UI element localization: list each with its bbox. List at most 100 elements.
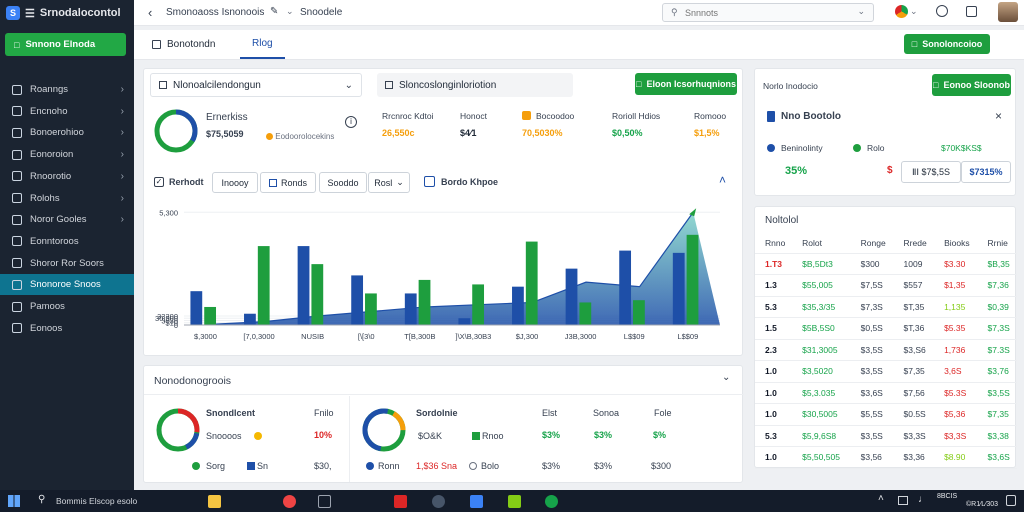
legend-dot-gray bbox=[469, 462, 477, 470]
edit-icon[interactable]: ✎ bbox=[270, 6, 278, 17]
chevron-up-icon[interactable]: ˄ bbox=[719, 173, 726, 187]
create-button[interactable]: □ Snnono Elnoda bbox=[5, 33, 126, 56]
table-cell: 1009 bbox=[893, 253, 935, 275]
sidebar-item[interactable]: Eonntoroos bbox=[0, 231, 134, 252]
chart-filter-button[interactable]: Rosl ⌄ bbox=[368, 172, 410, 193]
chart-filter-button[interactable]: Inoooy bbox=[212, 172, 258, 193]
chevron-down-icon[interactable]: ⌄ bbox=[857, 6, 865, 17]
sidebar-item[interactable]: Bonoerohioo › bbox=[0, 122, 134, 143]
bar[interactable] bbox=[351, 275, 364, 325]
search-input[interactable] bbox=[685, 6, 835, 19]
table-row[interactable]: 1.0 $5,50,505 $3,56 $3,36 $8.90 $3,6S bbox=[755, 446, 1017, 469]
breadcrumb[interactable]: Smonoaoss Isnonoois bbox=[166, 7, 264, 18]
table-row[interactable]: 1.0 $3,5020 $3,5S $7,35 3,6S $3,76 bbox=[755, 360, 1017, 383]
table-cell: 1.3 bbox=[755, 274, 793, 297]
volume-icon[interactable]: ♩ bbox=[918, 494, 928, 505]
info-icon[interactable]: i bbox=[345, 116, 357, 128]
close-icon[interactable]: × bbox=[995, 109, 1002, 123]
tab-dashboard[interactable]: Bonotondn bbox=[152, 30, 215, 59]
bar[interactable] bbox=[257, 246, 270, 325]
browser-icon[interactable] bbox=[283, 495, 296, 508]
app-icon-blue[interactable] bbox=[470, 495, 483, 508]
table-row[interactable]: 5.3 $35,3/35 $7,3S $T,35 1,135 $0,39 bbox=[755, 296, 1017, 318]
column-header[interactable]: Rrnie bbox=[977, 233, 1017, 254]
bar[interactable] bbox=[633, 300, 645, 325]
notification-icon[interactable] bbox=[1006, 495, 1016, 506]
bar[interactable] bbox=[404, 293, 417, 325]
sidebar-item[interactable]: Rnoorotio › bbox=[0, 166, 134, 187]
history-icon[interactable] bbox=[936, 5, 948, 17]
bar[interactable] bbox=[190, 291, 203, 325]
sidebar-item[interactable]: Noror Gooles › bbox=[0, 209, 134, 230]
bar[interactable] bbox=[418, 279, 431, 325]
tab-blog[interactable]: Rlog bbox=[240, 30, 285, 59]
sidebar-item[interactable]: Rolohs › bbox=[0, 188, 134, 209]
sidebar-item[interactable]: Eonoos bbox=[0, 318, 134, 339]
app-icon-green[interactable] bbox=[545, 495, 558, 508]
side-panel-button[interactable]: □ Eonoo Sloonob bbox=[932, 74, 1011, 96]
app-icon-yellow[interactable] bbox=[508, 495, 521, 508]
sidebar-item[interactable]: Shoror Ror Soors bbox=[0, 253, 134, 274]
back-icon[interactable]: ‹ bbox=[148, 5, 152, 20]
bar[interactable] bbox=[311, 264, 324, 325]
taskbar-search[interactable]: Bommis Elscop esolo bbox=[56, 496, 137, 506]
bar[interactable] bbox=[244, 313, 256, 325]
table-row[interactable]: 1.5 $5B,5S0 $0,5S $T,36 $5.35 $7,3S bbox=[755, 317, 1017, 340]
sidebar-item[interactable]: Roanngs › bbox=[0, 79, 134, 100]
table-row[interactable]: 2.3 $31,3005 $3,5S $3,S6 1,736 $7.3S bbox=[755, 339, 1017, 361]
table-cell: 5.3 bbox=[755, 296, 793, 318]
table-row[interactable]: 1.0 $30,5005 $5,5S $0.5S $5,36 $7,35 bbox=[755, 403, 1017, 426]
windows-start-icon[interactable] bbox=[8, 495, 20, 507]
chart-checkbox[interactable]: ✓ bbox=[154, 177, 164, 187]
app-icon-dark[interactable] bbox=[432, 495, 445, 508]
network-icon[interactable] bbox=[898, 496, 908, 505]
chevron-down-icon[interactable]: ⌄ bbox=[286, 6, 294, 17]
bar[interactable] bbox=[458, 318, 471, 325]
column-header[interactable]: Biooks bbox=[934, 233, 978, 254]
column-header[interactable]: Rolot bbox=[792, 233, 851, 254]
breadcrumb-sub[interactable]: Snoodele bbox=[300, 7, 342, 18]
bar[interactable] bbox=[297, 246, 310, 325]
folder-icon[interactable] bbox=[208, 495, 221, 508]
bar[interactable] bbox=[619, 250, 632, 325]
table-row[interactable]: 1.0 $5,3.035 $3,6S $7,56 $5.3S $3,5S bbox=[755, 382, 1017, 404]
bar[interactable] bbox=[512, 286, 524, 325]
avatar[interactable] bbox=[998, 2, 1018, 22]
table-row[interactable]: 5.3 $5,9,6S8 $3,5S $3,3S $3,3S $3,38 bbox=[755, 425, 1017, 447]
chevron-down-icon[interactable]: ⌄ bbox=[722, 372, 730, 383]
bar[interactable] bbox=[672, 252, 685, 325]
column-header[interactable]: Ronge bbox=[850, 233, 894, 254]
portfolio-dropdown[interactable]: Nlonoalcilendongun ⌄ bbox=[150, 73, 362, 97]
bar[interactable] bbox=[565, 268, 578, 325]
sidebar-item[interactable]: Pamoos bbox=[0, 296, 134, 317]
column-header[interactable]: Rrede bbox=[893, 233, 935, 254]
bar[interactable] bbox=[579, 302, 592, 325]
legend-checkbox[interactable] bbox=[424, 176, 435, 187]
action-button[interactable]: □ Sonoloncoioo bbox=[904, 34, 990, 54]
bar[interactable] bbox=[204, 306, 217, 325]
sidebar-item[interactable]: Encnoho › bbox=[0, 101, 134, 122]
side-value-box-1[interactable]: ⅡⅠ $7$,5S bbox=[901, 161, 961, 183]
column-header[interactable]: Rnno bbox=[755, 233, 793, 254]
sidebar-item[interactable]: Snonoroe Snoos bbox=[0, 274, 134, 296]
chart-filter-button[interactable]: Ronds bbox=[260, 172, 316, 193]
table-row[interactable]: 1.3 $55,005 $7,5S $557 $1,35 $7,36 bbox=[755, 274, 1017, 297]
side-value-box-2[interactable]: $7315% bbox=[961, 161, 1011, 183]
flag-icon[interactable] bbox=[895, 5, 908, 18]
window-icon[interactable] bbox=[966, 6, 977, 17]
metrics-button[interactable]: □ Eloon Icsorhuqnions bbox=[635, 73, 737, 95]
bar[interactable] bbox=[472, 284, 485, 325]
menu-icon[interactable]: ☰ bbox=[25, 7, 35, 20]
search-box[interactable]: ⚲ ⌄ bbox=[662, 3, 874, 22]
chevron-down-icon[interactable]: ⌄ bbox=[910, 6, 918, 17]
search-icon[interactable]: ⚲ bbox=[38, 494, 45, 505]
chevron-up-icon[interactable]: ˄ bbox=[878, 493, 884, 504]
bar[interactable] bbox=[525, 241, 538, 325]
chart-filter-button[interactable]: Sooddo bbox=[319, 172, 367, 193]
bar[interactable] bbox=[686, 234, 699, 325]
app-icon-red[interactable] bbox=[394, 495, 407, 508]
window-icon[interactable] bbox=[318, 495, 331, 508]
sidebar-item[interactable]: Eonoroion › bbox=[0, 144, 134, 165]
table-row[interactable]: 1.T3 $B,5Dt3 $300 1009 $3.30 $B,35 bbox=[755, 253, 1017, 275]
bar[interactable] bbox=[365, 293, 377, 325]
